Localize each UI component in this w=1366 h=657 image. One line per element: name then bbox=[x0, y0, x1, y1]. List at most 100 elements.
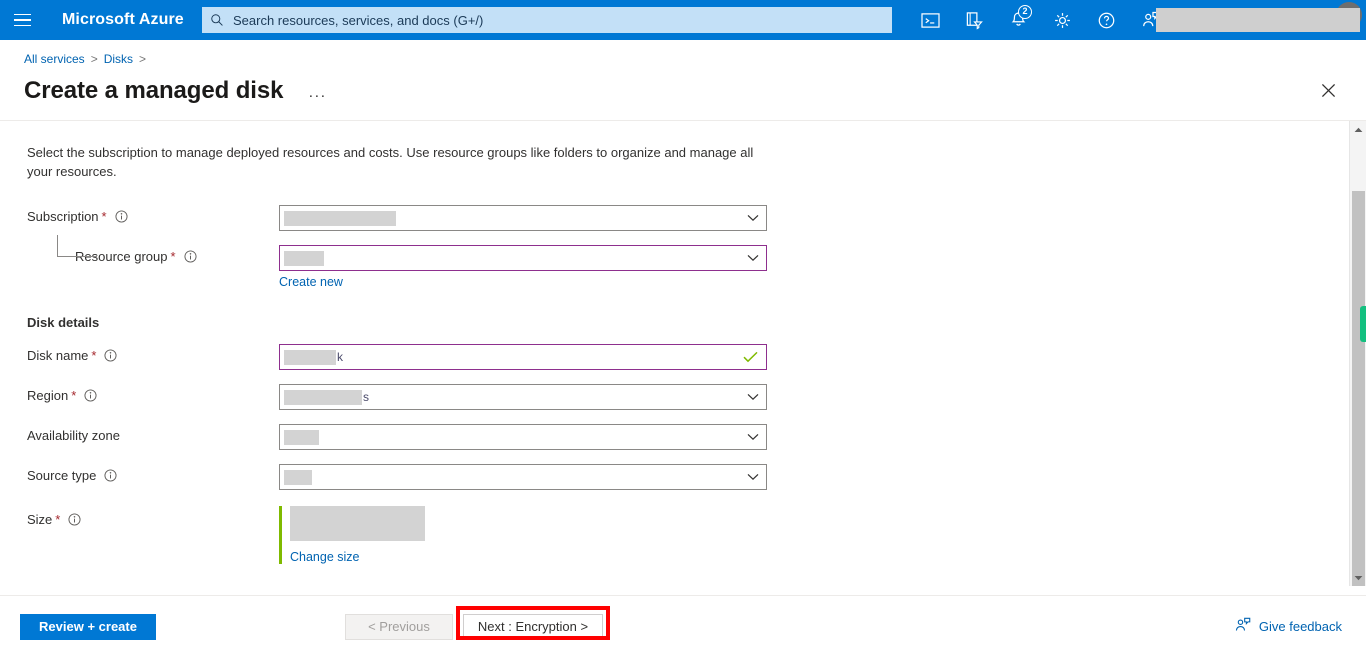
region-value-redacted bbox=[284, 389, 362, 405]
more-options-button[interactable]: ··· bbox=[303, 85, 331, 106]
scrollbar-thumb[interactable] bbox=[1352, 191, 1365, 586]
subscription-value-redacted bbox=[284, 210, 396, 226]
required-asterisk: * bbox=[71, 388, 77, 403]
global-search-box[interactable] bbox=[202, 7, 892, 33]
info-icon[interactable] bbox=[84, 389, 97, 402]
notifications-bell-icon[interactable]: 2 bbox=[996, 0, 1040, 40]
form-scroll-region: Select the subscription to manage deploy… bbox=[0, 121, 1366, 586]
give-feedback-label: Give feedback bbox=[1258, 619, 1342, 634]
hamburger-menu-icon[interactable] bbox=[0, 0, 44, 40]
source-type-label-text: Source type bbox=[27, 468, 97, 483]
give-feedback-link[interactable]: Give feedback bbox=[1234, 617, 1342, 636]
directories-subscriptions-icon[interactable] bbox=[952, 0, 996, 40]
scrollbar-track[interactable] bbox=[1350, 138, 1366, 586]
previous-button: < Previous bbox=[345, 613, 453, 640]
availability-zone-label-text: Availability zone bbox=[27, 428, 120, 443]
change-size-link[interactable]: Change size bbox=[290, 550, 360, 564]
settings-gear-icon[interactable] bbox=[1040, 0, 1084, 40]
resource-group-control: Create new bbox=[279, 245, 767, 289]
breadcrumb-item-all-services[interactable]: All services bbox=[24, 52, 85, 66]
page-title: Create a managed disk bbox=[24, 77, 284, 104]
next-encryption-button[interactable]: Next : Encryption > bbox=[463, 613, 603, 640]
region-label-text: Region bbox=[27, 388, 69, 403]
region-trailing-char: s bbox=[363, 390, 369, 404]
search-input[interactable] bbox=[231, 11, 884, 29]
top-navigation-bar: Microsoft Azure Search resources, servic… bbox=[0, 0, 1366, 40]
subscription-label: Subscription * bbox=[27, 205, 279, 224]
tree-connector-line bbox=[57, 235, 97, 257]
info-icon[interactable] bbox=[184, 250, 197, 263]
resource-group-dropdown[interactable] bbox=[279, 245, 767, 271]
field-size: Size * Change size bbox=[27, 504, 1366, 564]
create-new-resource-group-link[interactable]: Create new bbox=[279, 275, 343, 289]
chevron-down-icon bbox=[747, 393, 759, 401]
chevron-down-icon bbox=[747, 433, 759, 441]
availability-zone-dropdown[interactable] bbox=[279, 424, 767, 450]
field-region: Region * s bbox=[27, 384, 1366, 410]
disk-name-label: Disk name * bbox=[27, 344, 279, 363]
chevron-down-icon bbox=[747, 214, 759, 222]
info-icon[interactable] bbox=[104, 349, 118, 362]
source-type-value-redacted bbox=[284, 469, 312, 485]
availability-zone-value-redacted bbox=[284, 429, 319, 445]
topbar-icon-group: 2 bbox=[908, 0, 1172, 40]
help-question-icon[interactable] bbox=[1084, 0, 1128, 40]
size-value-redacted bbox=[290, 506, 425, 541]
field-resource-group: Resource group * Create new bbox=[27, 235, 1366, 289]
valid-checkmark-icon bbox=[743, 351, 758, 363]
subscription-label-text: Subscription bbox=[27, 209, 99, 224]
chevron-down-icon bbox=[747, 254, 759, 262]
resource-group-label: Resource group * bbox=[27, 235, 279, 264]
source-type-dropdown[interactable] bbox=[279, 464, 767, 490]
scroll-down-arrow-icon[interactable] bbox=[1350, 569, 1366, 586]
field-source-type: Source type bbox=[27, 464, 1366, 490]
disk-name-input[interactable]: k bbox=[279, 344, 767, 370]
chevron-down-icon bbox=[747, 473, 759, 481]
feedback-person-icon bbox=[1234, 617, 1251, 636]
source-type-label: Source type bbox=[27, 464, 279, 483]
account-info-redacted[interactable] bbox=[1156, 8, 1360, 32]
field-subscription: Subscription * bbox=[27, 205, 1366, 231]
required-asterisk: * bbox=[91, 348, 97, 363]
required-asterisk: * bbox=[170, 249, 176, 264]
source-type-control bbox=[279, 464, 767, 490]
disk-name-label-text: Disk name bbox=[27, 348, 89, 363]
availability-zone-label: Availability zone bbox=[27, 424, 279, 443]
field-availability-zone: Availability zone bbox=[27, 424, 1366, 450]
breadcrumb-separator: > bbox=[90, 52, 98, 66]
availability-zone-control bbox=[279, 424, 767, 450]
close-icon[interactable] bbox=[1314, 76, 1342, 104]
subscription-dropdown[interactable] bbox=[279, 205, 767, 231]
scroll-up-arrow-icon[interactable] bbox=[1350, 121, 1366, 138]
info-icon[interactable] bbox=[115, 210, 128, 223]
cloud-shell-icon[interactable] bbox=[908, 0, 952, 40]
disk-name-trailing-char: k bbox=[337, 350, 343, 364]
review-create-button[interactable]: Review + create bbox=[20, 613, 156, 640]
azure-brand-logo[interactable]: Microsoft Azure bbox=[62, 11, 184, 29]
size-label-text: Size bbox=[27, 512, 53, 527]
scroll-position-indicator bbox=[1360, 306, 1366, 342]
size-control: Change size bbox=[279, 504, 767, 564]
form-description: Select the subscription to manage deploy… bbox=[27, 145, 754, 179]
resource-group-value-redacted bbox=[284, 250, 324, 266]
section-heading-disk-details: Disk details bbox=[27, 315, 100, 330]
disk-name-value-redacted bbox=[284, 349, 336, 365]
disk-name-control: k bbox=[279, 344, 767, 370]
action-bar: Review + create < Previous Next : Encryp… bbox=[0, 595, 1366, 657]
previous-button-wrapper: < Previous bbox=[345, 613, 453, 640]
breadcrumb: All services > Disks > bbox=[0, 40, 1366, 66]
region-control: s bbox=[279, 384, 767, 410]
field-disk-name: Disk name * k bbox=[27, 344, 1366, 370]
info-icon[interactable] bbox=[104, 469, 117, 482]
size-label: Size * bbox=[27, 504, 279, 527]
create-disk-form: Select the subscription to manage deploy… bbox=[0, 121, 1366, 564]
breadcrumb-item-disks[interactable]: Disks bbox=[104, 52, 133, 66]
region-dropdown[interactable]: s bbox=[279, 384, 767, 410]
region-label: Region * bbox=[27, 384, 279, 403]
vertical-scrollbar[interactable] bbox=[1349, 121, 1366, 586]
breadcrumb-separator-2: > bbox=[139, 52, 147, 66]
size-summary-box: Change size bbox=[279, 506, 767, 564]
required-asterisk: * bbox=[55, 512, 61, 527]
info-icon[interactable] bbox=[68, 513, 81, 526]
next-button-wrapper: Next : Encryption > bbox=[456, 605, 610, 640]
